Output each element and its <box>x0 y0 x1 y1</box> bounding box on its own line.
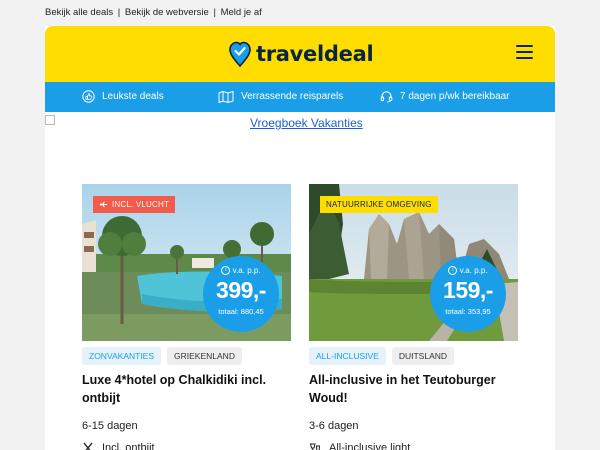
webversion-link[interactable]: Bekijk de webversie <box>125 7 209 18</box>
broken-image-icon <box>45 115 55 125</box>
price-circle: i v.a. p.p. 399,- totaal: 880,45 <box>203 256 279 332</box>
heart-pin-icon <box>229 41 251 67</box>
banner-alt-link[interactable]: Vroegboek Vakanties <box>250 116 363 130</box>
hamburger-menu-icon[interactable] <box>516 45 533 59</box>
deal-title[interactable]: All-inclusive in het Teutoburger Woud! <box>309 371 514 407</box>
deal-photo[interactable]: INCL. VLUCHT i v.a. p.p. 399,- totaal: 8… <box>82 184 291 341</box>
separator: | <box>117 7 121 18</box>
all-deals-link[interactable]: Bekijk alle deals <box>45 7 113 18</box>
price-value: 399,- <box>216 277 266 303</box>
plane-icon <box>99 201 108 208</box>
deal-card[interactable]: INCL. VLUCHT i v.a. p.p. 399,- totaal: 8… <box>82 184 291 450</box>
price-value: 159,- <box>443 277 493 303</box>
price-prefix: i v.a. p.p. <box>430 266 506 276</box>
usp-label: Leukste deals <box>102 91 164 102</box>
top-links: Bekijk alle deals | Bekijk de webversie … <box>45 7 262 18</box>
price-prefix: i v.a. p.p. <box>203 266 279 276</box>
info-icon: i <box>448 266 458 276</box>
nature-badge: NATUURRIJKE OMGEVING <box>320 196 438 213</box>
usp-bar: Leukste deals Verrassende reisparels 7 d… <box>45 82 555 112</box>
usp-item-deals: Leukste deals <box>82 90 164 103</box>
separator: | <box>213 7 216 18</box>
deal-extra: All-inclusive light <box>309 442 410 450</box>
deal-title[interactable]: Luxe 4*hotel op Chalkidiki incl. ontbijt <box>82 371 287 407</box>
tag-category[interactable]: ALL-INCLUSIVE <box>309 347 386 365</box>
deal-extra: Incl. ontbijt <box>82 442 155 450</box>
drinks-icon <box>309 443 321 450</box>
deal-duration: 3-6 dagen <box>309 420 359 432</box>
deal-duration: 6-15 dagen <box>82 420 138 432</box>
tag-country[interactable]: DUITSLAND <box>391 347 455 365</box>
price-prefix-text: v.a. p.p. <box>232 266 261 275</box>
price-total: totaal: 353,95 <box>445 307 491 316</box>
map-icon <box>218 90 234 103</box>
promo-banner[interactable]: Vroegboek Vakanties <box>45 112 555 182</box>
tag-list: ALL-INCLUSIVE DUITSLAND <box>309 347 455 365</box>
unsubscribe-link[interactable]: Meld je af <box>221 7 262 18</box>
usp-item-bereikbaar: 7 dagen p/wk bereikbaar <box>380 90 510 103</box>
cutlery-icon <box>83 442 93 450</box>
price-total: totaal: 880,45 <box>218 307 264 316</box>
tag-list: ZONVAKANTIES GRIEKENLAND <box>82 347 242 365</box>
logo-text: traveldeal <box>256 42 374 66</box>
price-circle: i v.a. p.p. 159,- totaal: 353,95 <box>430 256 506 332</box>
header: traveldeal <box>45 26 555 82</box>
tag-country[interactable]: GRIEKENLAND <box>167 347 242 365</box>
usp-label: Verrassende reisparels <box>241 91 344 102</box>
deal-photo[interactable]: NATUURRIJKE OMGEVING i v.a. p.p. 159,- t… <box>309 184 518 341</box>
deal-card[interactable]: NATUURRIJKE OMGEVING i v.a. p.p. 159,- t… <box>309 184 518 450</box>
usp-label: 7 dagen p/wk bereikbaar <box>400 91 510 102</box>
info-icon: i <box>221 266 231 276</box>
email-container: traveldeal Leukste deals Verrassende rei… <box>45 26 555 450</box>
usp-item-reisparels: Verrassende reisparels <box>218 90 343 103</box>
flight-badge: INCL. VLUCHT <box>93 196 176 213</box>
badge-label: INCL. VLUCHT <box>112 200 170 209</box>
tag-category[interactable]: ZONVAKANTIES <box>82 347 162 365</box>
headset-icon <box>380 91 393 103</box>
extra-label: All-inclusive light <box>329 442 411 450</box>
price-prefix-text: v.a. p.p. <box>459 266 488 275</box>
extra-label: Incl. ontbijt <box>102 442 155 450</box>
logo[interactable]: traveldeal <box>229 39 374 69</box>
thumbs-up-icon <box>82 90 95 103</box>
